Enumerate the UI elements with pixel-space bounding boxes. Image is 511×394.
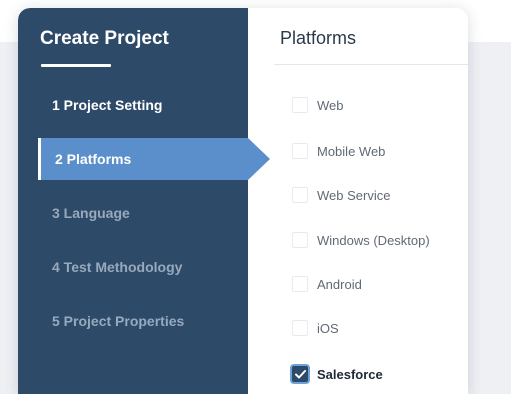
option-salesforce[interactable]: Salesforce: [292, 363, 383, 385]
option-ios[interactable]: iOS: [292, 317, 339, 339]
step-test-methodology[interactable]: 4 Test Methodology: [18, 246, 248, 288]
step-label: 5 Project Properties: [52, 313, 185, 329]
option-label: Android: [317, 276, 362, 292]
wizard-card: Create Project 1 Project Setting 2 Platf…: [18, 8, 468, 394]
checkbox[interactable]: [292, 97, 308, 113]
option-label: Windows (Desktop): [317, 232, 430, 248]
wizard-sidebar: Create Project 1 Project Setting 2 Platf…: [18, 8, 248, 394]
option-label: Web: [317, 97, 344, 113]
checkbox[interactable]: [292, 276, 308, 292]
step-label: 2 Platforms: [55, 151, 132, 167]
sidebar-title: Create Project: [40, 28, 169, 49]
step-project-properties[interactable]: 5 Project Properties: [18, 300, 248, 342]
option-web-service[interactable]: Web Service: [292, 184, 390, 206]
option-label: Web Service: [317, 187, 391, 203]
step-platforms[interactable]: 2 Platforms: [38, 138, 248, 180]
step-project-setting[interactable]: 1 Project Setting: [18, 84, 248, 126]
step-language[interactable]: 3 Language: [18, 192, 248, 234]
option-label: Salesforce: [317, 366, 383, 382]
option-mobile-web[interactable]: Mobile Web: [292, 140, 385, 162]
check-icon: [294, 369, 306, 378]
option-web[interactable]: Web: [292, 94, 344, 116]
option-label: iOS: [317, 320, 339, 336]
checkbox[interactable]: [292, 143, 308, 159]
step-label: 4 Test Methodology: [52, 259, 183, 275]
step-label: 1 Project Setting: [52, 97, 163, 113]
option-label: Mobile Web: [317, 143, 386, 159]
step-label: 3 Language: [52, 205, 130, 221]
checkbox-checked[interactable]: [292, 366, 308, 382]
option-android[interactable]: Android: [292, 273, 362, 295]
checkbox[interactable]: [292, 320, 308, 336]
checkbox[interactable]: [292, 232, 308, 248]
checkbox[interactable]: [292, 187, 308, 203]
title-underline: [41, 64, 111, 67]
arrow-pointer-icon: [248, 138, 270, 180]
page-title: Platforms: [280, 28, 357, 48]
option-windows-desktop[interactable]: Windows (Desktop): [292, 229, 430, 251]
title-divider: [274, 64, 468, 65]
